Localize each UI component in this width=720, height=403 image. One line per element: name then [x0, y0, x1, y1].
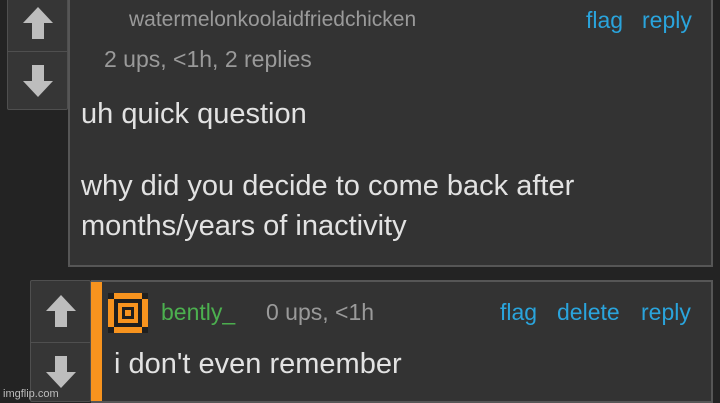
- watermark: imgflip.com: [3, 388, 59, 400]
- arrow-up-icon: [45, 295, 76, 327]
- comment-meta: 2 ups, <1h, 2 replies: [104, 46, 312, 72]
- comment-2: bently_ 0 ups, <1h flag delete reply i d…: [91, 280, 713, 403]
- flag-link[interactable]: flag: [500, 299, 537, 326]
- delete-link[interactable]: delete: [557, 299, 620, 326]
- comment-body: uh quick question why did you decide to …: [81, 94, 574, 246]
- arrow-down-icon: [22, 64, 53, 97]
- reply-link[interactable]: reply: [642, 7, 692, 34]
- comment-line: uh quick question: [81, 98, 307, 130]
- upvote-button[interactable]: [31, 281, 90, 341]
- comment-line: why did you decide to come back after: [81, 170, 575, 202]
- pixel-avatar-icon[interactable]: [108, 293, 148, 333]
- comment-body: i don't even remember: [114, 348, 402, 380]
- comment-username[interactable]: watermelonkoolaidfriedchicken: [129, 8, 416, 32]
- flag-link[interactable]: flag: [586, 7, 623, 34]
- arrow-down-icon: [45, 356, 76, 388]
- comment-1: watermelonkoolaidfriedchicken flag reply…: [68, 0, 713, 267]
- upvote-button[interactable]: [8, 0, 67, 50]
- vote-column-1: [7, 0, 68, 110]
- reply-link[interactable]: reply: [641, 299, 691, 326]
- vote-column-2: [30, 280, 91, 402]
- arrow-up-icon: [22, 6, 53, 39]
- comment-line: [81, 134, 574, 166]
- comment-username[interactable]: bently_: [161, 299, 235, 326]
- comment-line: months/years of inactivity: [81, 210, 407, 242]
- downvote-button[interactable]: [8, 52, 67, 109]
- accent-bar: [91, 282, 102, 401]
- comment-meta: 0 ups, <1h: [266, 299, 375, 325]
